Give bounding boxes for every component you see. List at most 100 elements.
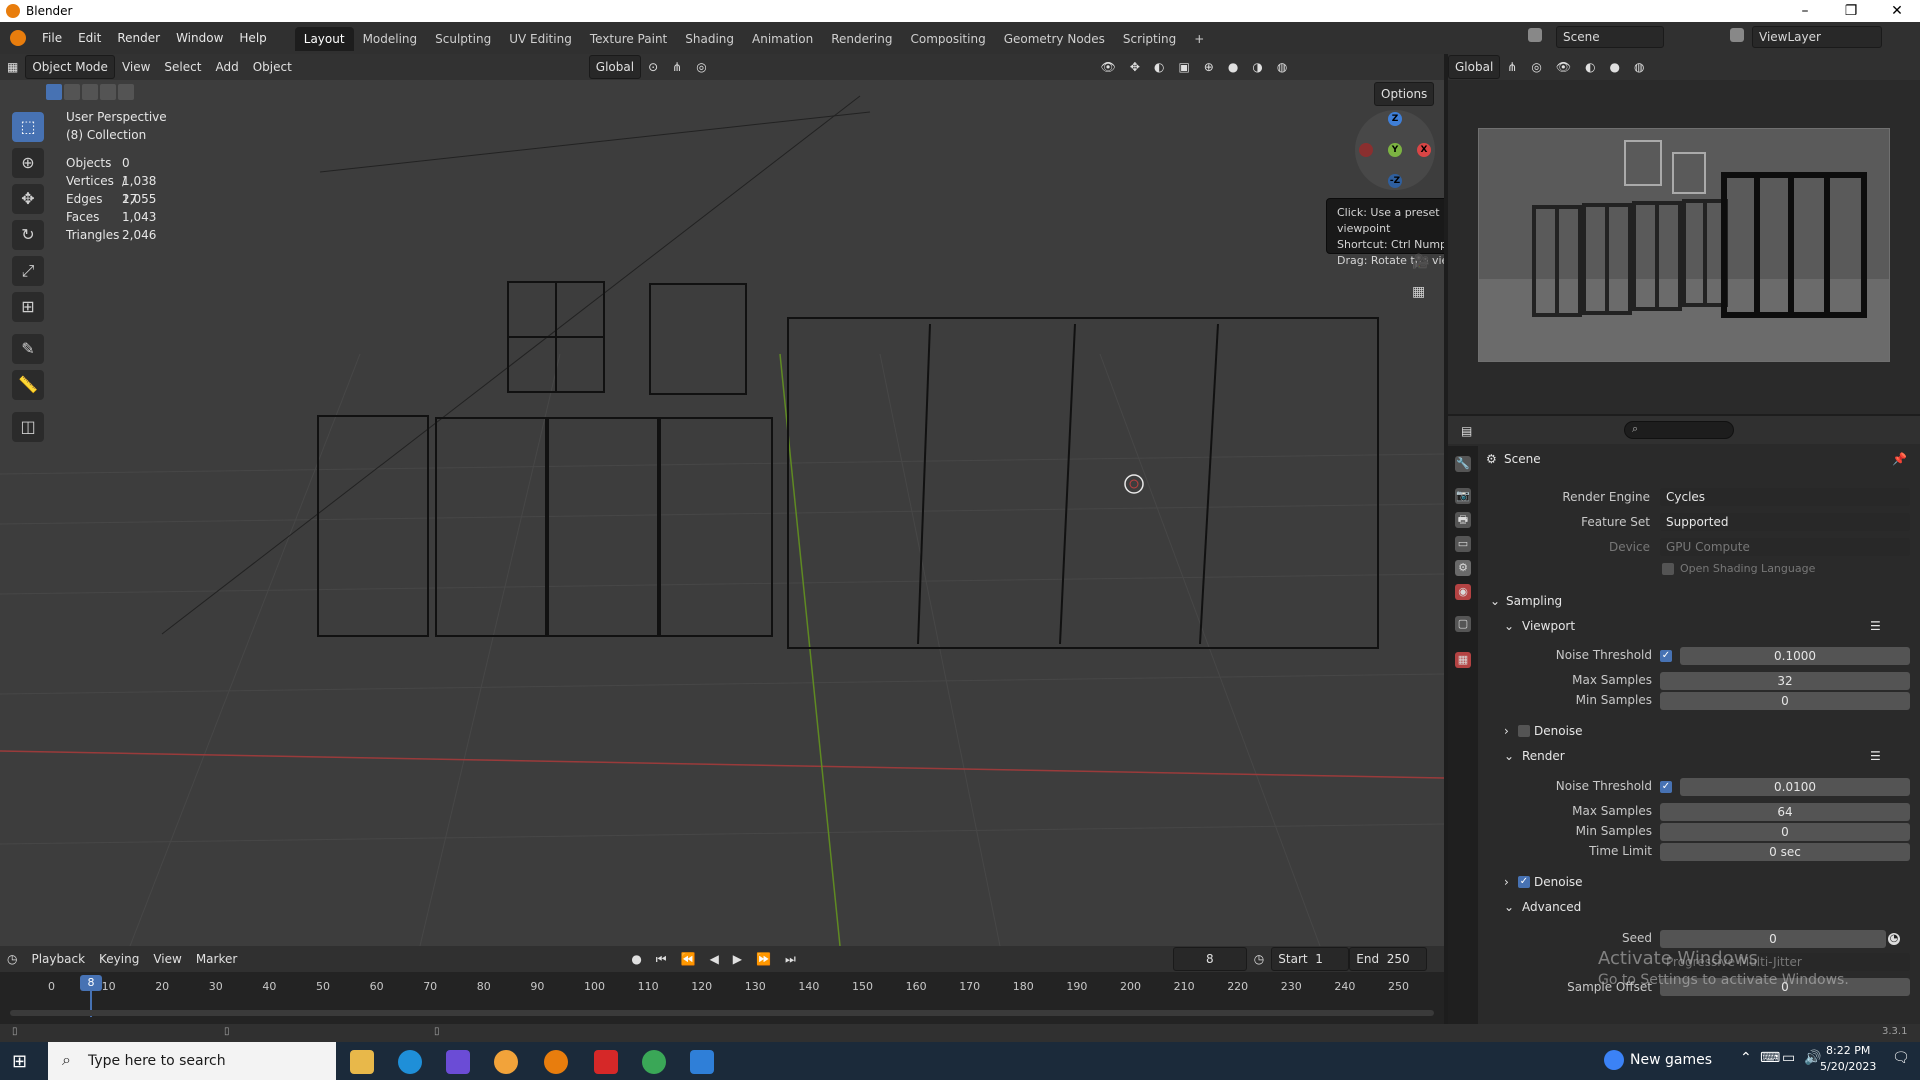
vp-noise-threshold-checkbox[interactable]: ✓ (1660, 650, 1672, 662)
snap-icon[interactable]: ⋔ (665, 56, 689, 78)
vp-denoise-expand-icon[interactable]: › (1504, 724, 1509, 738)
close-window-button[interactable]: ✕ (1874, 0, 1920, 22)
view-layer-selector[interactable]: ViewLayer (1752, 26, 1882, 48)
app-launcher-icon[interactable] (446, 1050, 470, 1074)
advanced-panel-header[interactable]: Advanced (1522, 900, 1581, 914)
photos-app-icon[interactable] (690, 1050, 714, 1074)
clock-time[interactable]: 8:22 PM (1826, 1044, 1870, 1057)
timeline-menu-marker[interactable]: Marker (189, 948, 244, 970)
clock-date[interactable]: 5/20/2023 (1820, 1060, 1876, 1073)
blender-taskbar-icon[interactable] (544, 1050, 568, 1074)
timeline-menu-playback[interactable]: Playback (24, 948, 92, 970)
menu-edit[interactable]: Edit (70, 22, 109, 54)
preview-solid-icon[interactable]: ● (1603, 56, 1627, 78)
options-dropdown[interactable]: Options (1374, 82, 1435, 106)
measure-tool-icon[interactable]: 📏 (12, 370, 44, 400)
jump-start-icon[interactable]: ⏮ (649, 948, 674, 970)
view-layer-tab-icon[interactable]: ▭ (1455, 536, 1471, 552)
gizmo-z-axis[interactable]: Z (1388, 112, 1402, 126)
vp-min-samples-field[interactable]: 0 (1660, 692, 1910, 710)
world-tab-icon[interactable]: ◉ (1455, 584, 1471, 600)
viewport-panel-header[interactable]: Viewport (1522, 619, 1575, 633)
ortho-toggle-icon[interactable]: ▦ (1412, 284, 1430, 302)
proportional-edit-icon[interactable]: ◎ (689, 56, 713, 78)
render-engine-dropdown[interactable]: Cycles (1660, 488, 1910, 506)
visibility-icon[interactable]: 👁 (1094, 56, 1123, 78)
wireframe-shading-icon[interactable]: ⊕ (1197, 56, 1221, 78)
gizmo-neg-x-axis[interactable] (1359, 143, 1373, 157)
render-sampling-header[interactable]: Render (1522, 749, 1565, 763)
tab-sculpting[interactable]: Sculpting (426, 27, 500, 51)
device-dropdown[interactable]: GPU Compute (1660, 538, 1910, 556)
feature-set-dropdown[interactable]: Supported (1660, 513, 1910, 531)
rendered-shading-icon[interactable]: ◍ (1270, 56, 1294, 78)
tab-texture-paint[interactable]: Texture Paint (581, 27, 676, 51)
sampling-panel-header[interactable]: Sampling (1506, 594, 1562, 608)
preview-visibility-icon[interactable]: 👁 (1549, 56, 1578, 78)
chrome-icon[interactable] (642, 1050, 666, 1074)
volume-icon[interactable]: 🔊 (1804, 1050, 1821, 1066)
timeline-scrollbar[interactable] (10, 1010, 1434, 1016)
collection-tab-icon[interactable]: ▢ (1455, 616, 1471, 632)
render-tab-icon[interactable]: 📷 (1455, 488, 1471, 504)
osl-checkbox[interactable] (1662, 563, 1674, 575)
blender-menu-icon[interactable] (10, 30, 26, 46)
taskbar-search-box[interactable]: Type here to search (48, 1042, 336, 1080)
material-shading-icon[interactable]: ◑ (1245, 56, 1269, 78)
news-widget-label[interactable]: New games (1630, 1052, 1712, 1068)
xray-icon[interactable]: ▣ (1171, 56, 1196, 78)
select-new-icon[interactable] (46, 84, 62, 100)
annotate-tool-icon[interactable]: ✎ (12, 334, 44, 364)
select-intersect-icon[interactable] (118, 84, 134, 100)
tab-animation[interactable]: Animation (743, 27, 822, 51)
vp-denoise-checkbox[interactable] (1518, 725, 1530, 737)
show-hidden-icons-icon[interactable]: ⌃ (1740, 1050, 1752, 1066)
vp-noise-threshold-field[interactable]: 0.1000 (1680, 647, 1910, 665)
move-tool-icon[interactable]: ✥ (12, 184, 44, 214)
vp-max-samples-field[interactable]: 32 (1660, 672, 1910, 690)
windows-start-icon[interactable]: ⊞ (12, 1052, 32, 1072)
preview-proportional-icon[interactable]: ◎ (1524, 56, 1548, 78)
menu-window[interactable]: Window (168, 22, 231, 54)
news-games-icon[interactable] (1604, 1050, 1624, 1070)
camera-view-icon[interactable]: 🎥 (1412, 254, 1430, 272)
tool-tab-icon[interactable]: 🔧 (1455, 456, 1471, 472)
menu-help[interactable]: Help (231, 22, 274, 54)
minimize-button[interactable]: – (1782, 0, 1828, 22)
tab-compositing[interactable]: Compositing (901, 27, 994, 51)
overlay-toggle-icon[interactable]: ◐ (1147, 56, 1171, 78)
tab-shading[interactable]: Shading (676, 27, 743, 51)
viewport-menu-view[interactable]: View (115, 56, 157, 78)
render-sampling-expand-icon[interactable]: ⌄ (1504, 749, 1514, 763)
edge-browser-icon[interactable] (398, 1050, 422, 1074)
preview-rendered-icon[interactable]: ◍ (1627, 56, 1651, 78)
viewport-expand-icon[interactable]: ⌄ (1504, 619, 1514, 633)
tab-rendering[interactable]: Rendering (822, 27, 901, 51)
advanced-expand-icon[interactable]: ⌄ (1504, 900, 1514, 914)
3d-viewport[interactable]: ▦ Object Mode View Select Add Object Glo… (0, 54, 1444, 946)
viewport-menu-select[interactable]: Select (157, 56, 208, 78)
jump-keyframe-forward-icon[interactable]: ⏩ (749, 948, 778, 970)
scene-selector[interactable]: Scene (1556, 26, 1664, 48)
properties-search-input[interactable] (1624, 421, 1734, 439)
gizmo-x-axis[interactable]: X (1417, 143, 1431, 157)
viewport-menu-object[interactable]: Object (246, 56, 299, 78)
add-cube-tool-icon[interactable]: ◫ (12, 412, 44, 442)
gizmo-toggle-icon[interactable]: ✥ (1123, 56, 1147, 78)
scale-tool-icon[interactable]: ⤢ (12, 256, 44, 286)
navigation-gizmo[interactable]: Z X Y -Z (1355, 110, 1435, 190)
r-denoise-checkbox[interactable]: ✓ (1518, 876, 1530, 888)
current-frame-field[interactable]: 8 (1172, 947, 1247, 971)
editor-type-icon[interactable]: ▦ (0, 56, 25, 78)
timeline-menu-keying[interactable]: Keying (92, 948, 146, 970)
r-min-samples-field[interactable]: 0 (1660, 823, 1910, 841)
select-box-tool-icon[interactable]: ⬚ (12, 112, 44, 142)
timeline-menu-view[interactable]: View (146, 948, 188, 970)
tab-modeling[interactable]: Modeling (354, 27, 427, 51)
device-icon[interactable]: ⌨ (1760, 1050, 1780, 1066)
chrome-canary-icon[interactable] (494, 1050, 518, 1074)
tab-uv-editing[interactable]: UV Editing (500, 27, 581, 51)
viewport-presets-icon[interactable]: ☰ (1870, 619, 1881, 633)
preview-overlay-icon[interactable]: ◐ (1578, 56, 1602, 78)
time-limit-field[interactable]: 0 sec (1660, 843, 1910, 861)
